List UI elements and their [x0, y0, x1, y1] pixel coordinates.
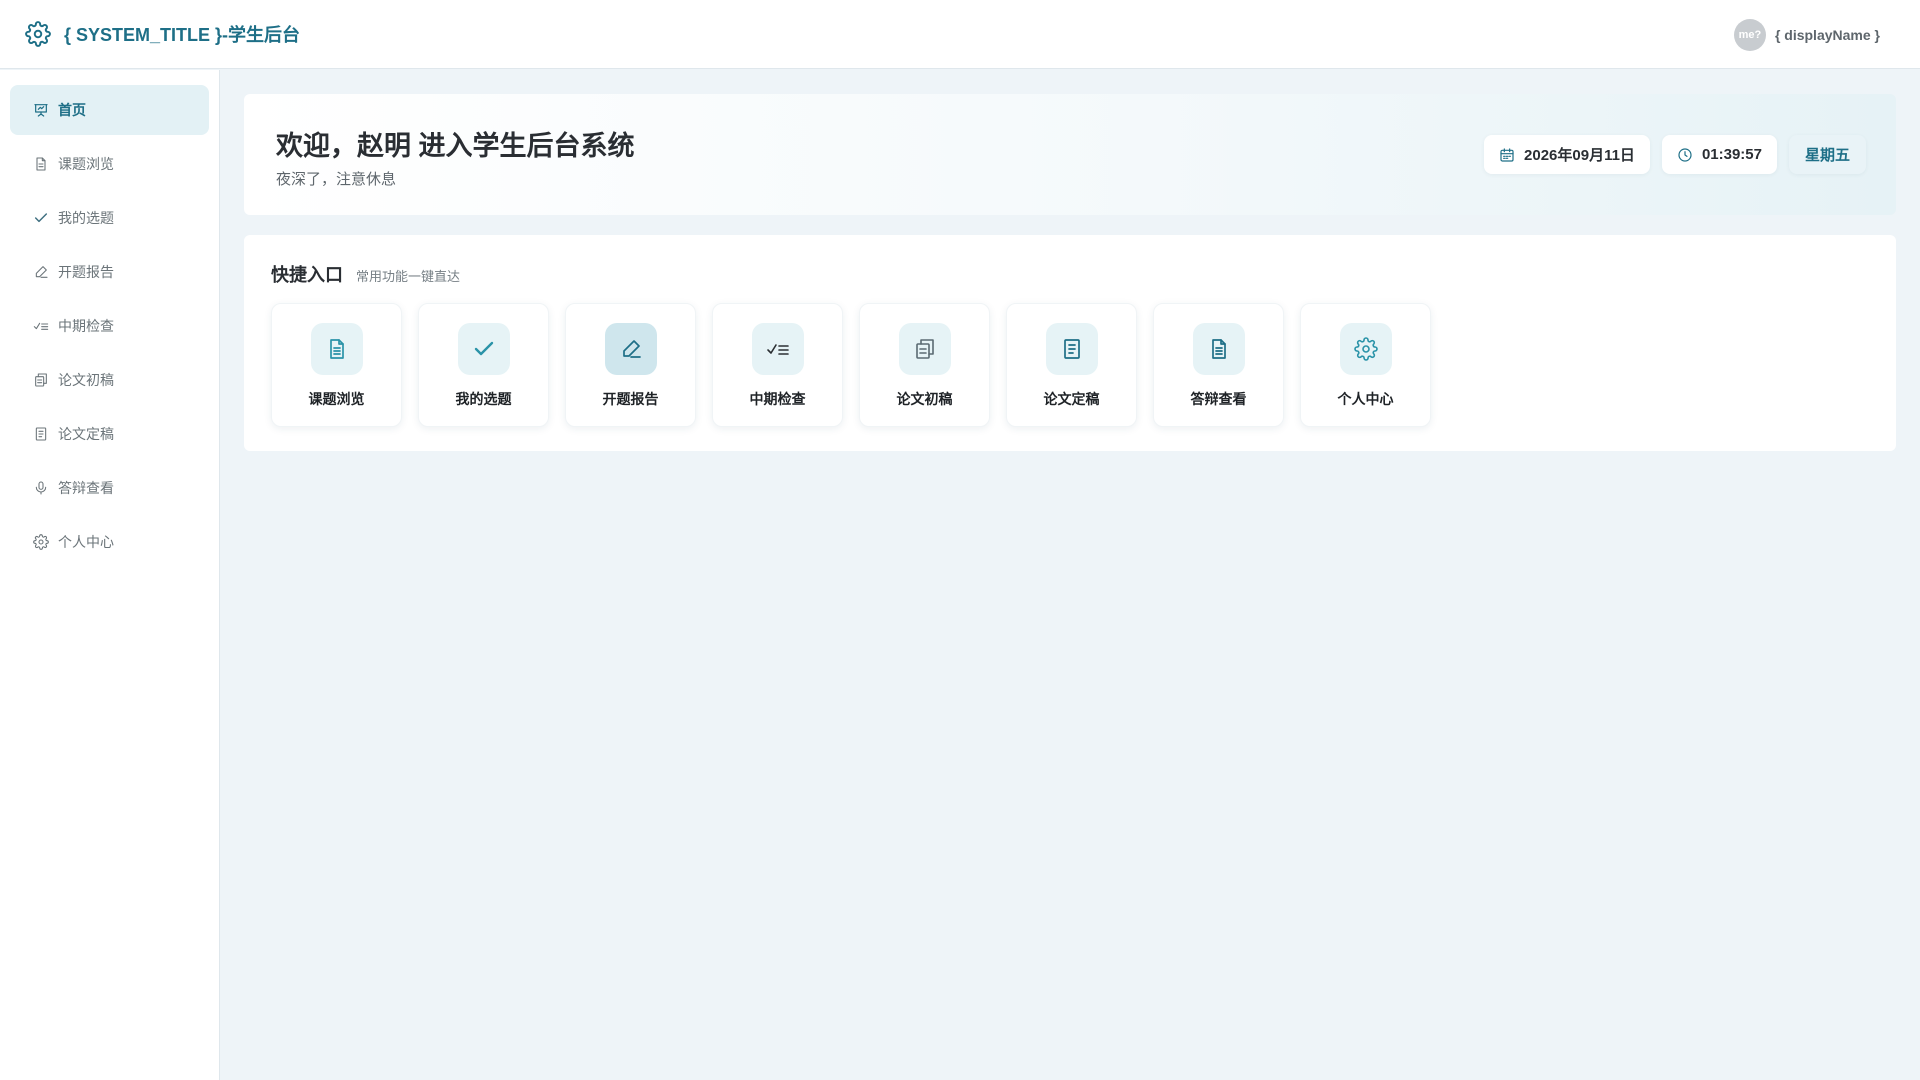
quick-card-label: 中期检查	[749, 391, 806, 407]
quick-card-proposal-report[interactable]: 开题报告	[565, 303, 696, 427]
main-content: 欢迎，赵明 进入学生后台系统 夜深了，注意休息 2026年09月11日 01:3…	[244, 94, 1896, 451]
welcome-subtitle: 夜深了，注意休息	[276, 171, 397, 188]
quick-card-label: 个人中心	[1337, 391, 1394, 407]
quick-card-my-topic[interactable]: 我的选题	[418, 303, 549, 427]
copy-icon	[898, 323, 951, 375]
quick-card-final-draft[interactable]: 论文定稿	[1006, 303, 1137, 427]
avatar[interactable]: me?	[1733, 18, 1766, 51]
quick-card-label: 答辩查看	[1190, 391, 1247, 407]
sidebar-item-home[interactable]: 首页	[10, 85, 209, 135]
checklist-icon	[751, 323, 804, 375]
edit-icon	[604, 323, 657, 375]
quick-card-defense-view[interactable]: 答辩查看	[1153, 303, 1284, 427]
sidebar-item-label: 论文初稿	[58, 372, 114, 388]
quick-entry-cards: 课题浏览 我的选题 开题报告 中期检查 论文初稿 论文定稿 答辩查看 个人中心	[271, 303, 1447, 427]
user-menu[interactable]: me? { displayName }	[1733, 0, 1880, 69]
edit-icon	[33, 264, 49, 280]
sidebar-item-label: 个人中心	[58, 534, 114, 550]
sidebar-item-label: 论文定稿	[58, 426, 114, 442]
quick-card-label: 论文初稿	[896, 391, 953, 407]
app-title: { SYSTEM_TITLE }-学生后台	[64, 25, 301, 45]
quick-card-label: 开题报告	[602, 391, 659, 407]
gear-icon	[33, 534, 49, 550]
document-icon	[310, 323, 363, 375]
weekday-badge: 星期五	[1788, 135, 1866, 174]
sidebar-item-final-draft[interactable]: 论文定稿	[10, 409, 209, 459]
welcome-title: 欢迎，赵明 进入学生后台系统	[276, 131, 635, 161]
check-icon	[457, 323, 510, 375]
quick-card-topic-browse[interactable]: 课题浏览	[271, 303, 402, 427]
quick-card-personal-center[interactable]: 个人中心	[1300, 303, 1431, 427]
quick-entry-panel: 快捷入口 常用功能一键直达 课题浏览 我的选题 开题报告 中期检查 论文初稿 论…	[244, 235, 1896, 451]
microphone-icon	[33, 480, 49, 496]
clock-icon	[1678, 147, 1692, 162]
checklist-icon	[33, 318, 49, 334]
gear-icon	[25, 21, 51, 47]
calendar-icon	[1500, 147, 1514, 162]
top-bar: { SYSTEM_TITLE }-学生后台 me? { displayName …	[0, 0, 1920, 69]
sidebar-item-label: 首页	[58, 102, 86, 118]
document-icon	[33, 156, 49, 172]
document-icon	[33, 426, 49, 442]
sidebar-item-topic-browse[interactable]: 课题浏览	[10, 139, 209, 189]
quick-entry-title: 快捷入口	[271, 265, 343, 285]
sidebar-item-midterm-check[interactable]: 中期检查	[10, 301, 209, 351]
sidebar-item-defense-view[interactable]: 答辩查看	[10, 463, 209, 513]
sidebar: 首页 课题浏览 我的选题 开题报告 中期检查 论文初稿 论文定稿 答辩查看 个人…	[0, 70, 220, 1080]
document-icon	[1192, 323, 1245, 375]
quick-card-first-draft[interactable]: 论文初稿	[859, 303, 990, 427]
sidebar-item-first-draft[interactable]: 论文初稿	[10, 355, 209, 405]
quick-card-label: 论文定稿	[1043, 391, 1100, 407]
welcome-banner: 欢迎，赵明 进入学生后台系统 夜深了，注意休息 2026年09月11日 01:3…	[244, 94, 1896, 215]
sidebar-item-label: 我的选题	[58, 210, 114, 226]
document-icon	[1045, 323, 1098, 375]
sidebar-item-label: 开题报告	[58, 264, 114, 280]
check-icon	[33, 210, 49, 226]
sidebar-item-label: 中期检查	[58, 318, 114, 334]
date-badge: 2026年09月11日	[1484, 135, 1650, 174]
datetime-badges: 2026年09月11日 01:39:57 星期五	[1472, 135, 1866, 174]
time-badge: 01:39:57	[1661, 135, 1777, 174]
sidebar-item-proposal-report[interactable]: 开题报告	[10, 247, 209, 297]
sidebar-item-label: 答辩查看	[58, 480, 114, 496]
quick-card-label: 课题浏览	[308, 391, 365, 407]
quick-card-midterm-check[interactable]: 中期检查	[712, 303, 843, 427]
quick-entry-subtitle: 常用功能一键直达	[356, 269, 461, 284]
sidebar-item-label: 课题浏览	[58, 156, 114, 172]
sidebar-item-personal-center[interactable]: 个人中心	[10, 517, 209, 567]
time-text: 01:39:57	[1701, 146, 1762, 163]
quick-entry-header: 快捷入口 常用功能一键直达	[271, 261, 460, 287]
display-name[interactable]: { displayName }	[1775, 27, 1880, 43]
quick-card-label: 我的选题	[455, 391, 512, 407]
presentation-icon	[33, 102, 49, 118]
sidebar-item-my-topic[interactable]: 我的选题	[10, 193, 209, 243]
date-text: 2026年09月11日	[1524, 147, 1635, 164]
gear-icon	[1339, 323, 1392, 375]
copy-icon	[33, 372, 49, 388]
brand: { SYSTEM_TITLE }-学生后台	[25, 21, 300, 47]
